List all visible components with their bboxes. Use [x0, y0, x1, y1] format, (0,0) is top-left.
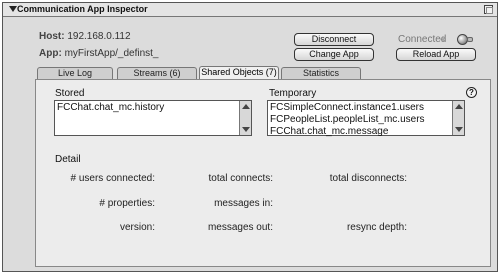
- resync-depth-label: resync depth:: [346, 222, 407, 233]
- list-item[interactable]: FCPeopleList.peopleList_mc.users: [270, 114, 425, 126]
- host-row: Host: 192.168.0.112: [39, 31, 131, 42]
- version-label: version:: [119, 222, 155, 233]
- app-label: App:: [39, 48, 62, 59]
- title-bar[interactable]: Communication App Inspector: [3, 3, 497, 17]
- stored-scrollbar[interactable]: [239, 101, 251, 135]
- list-item[interactable]: FCChat.chat_mc.history: [57, 102, 164, 114]
- scroll-up-icon[interactable]: [455, 104, 463, 109]
- collapse-triangle-icon[interactable]: [9, 6, 17, 12]
- stored-items: FCChat.chat_mc.history: [57, 102, 164, 114]
- temporary-scrollbar[interactable]: [452, 101, 464, 135]
- messages-out-label: messages out:: [207, 222, 273, 233]
- total-disconnects-label: total disconnects:: [329, 173, 407, 184]
- messages-in-label: messages in:: [214, 198, 273, 209]
- temporary-items: FCSimpleConnect.instance1.users FCPeople…: [270, 102, 425, 138]
- host-label: Host:: [39, 31, 65, 42]
- window-title: Communication App Inspector: [17, 4, 148, 14]
- properties-label: # properties:: [99, 198, 155, 209]
- total-connects-label: total connects:: [208, 173, 273, 184]
- host-value: 192.168.0.112: [67, 31, 131, 42]
- temporary-label: Temporary: [269, 88, 317, 99]
- scroll-up-icon[interactable]: [242, 104, 250, 109]
- scroll-down-icon[interactable]: [455, 127, 463, 132]
- signal-chevrons-icon: ‹‹‹: [440, 34, 446, 45]
- reload-app-button[interactable]: Reload App: [396, 48, 476, 61]
- tab-shared-objects[interactable]: Shared Objects (7): [199, 66, 279, 80]
- app-value: myFirstApp/_definst_: [64, 48, 159, 59]
- stored-list[interactable]: FCChat.chat_mc.history: [54, 100, 252, 136]
- change-app-button[interactable]: Change App: [294, 48, 374, 61]
- stored-label: Stored: [55, 88, 85, 99]
- users-connected-label: # users connected:: [70, 173, 156, 184]
- tab-statistics[interactable]: Statistics: [281, 67, 361, 79]
- detail-label: Detail: [55, 154, 81, 165]
- inspector-window: Communication App Inspector Host: 192.16…: [2, 2, 498, 272]
- app-row: App: myFirstApp/_definst_: [39, 48, 159, 59]
- tab-live-log[interactable]: Live Log: [37, 67, 113, 79]
- indicator-tail-icon: [467, 37, 473, 42]
- scroll-down-icon[interactable]: [242, 127, 250, 132]
- close-box-icon[interactable]: [484, 5, 493, 14]
- help-icon[interactable]: ?: [466, 87, 477, 98]
- list-item[interactable]: FCChat.chat_mc.message: [270, 126, 425, 138]
- tab-streams[interactable]: Streams (6): [117, 67, 197, 79]
- list-item[interactable]: FCSimpleConnect.instance1.users: [270, 102, 425, 114]
- disconnect-button[interactable]: Disconnect: [294, 33, 374, 46]
- temporary-list[interactable]: FCSimpleConnect.instance1.users FCPeople…: [267, 100, 465, 138]
